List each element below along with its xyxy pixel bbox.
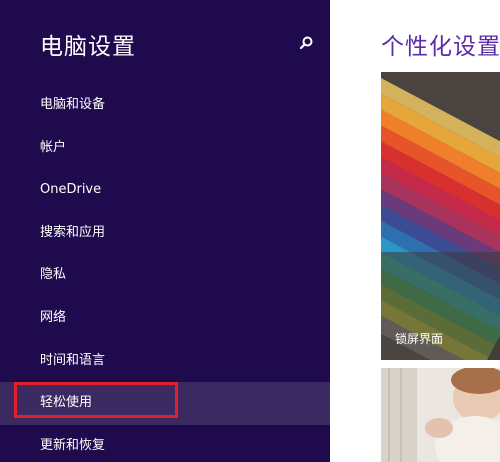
main-content: 个性化设置 锁屏界面 xyxy=(330,0,500,462)
lock-screen-label: 锁屏界面 xyxy=(395,332,444,346)
nav-item-network[interactable]: 网络 xyxy=(0,297,330,340)
nav-item-time-and-language[interactable]: 时间和语言 xyxy=(0,340,330,383)
account-photo-preview-image xyxy=(381,368,500,462)
nav-item-search-and-apps[interactable]: 搜索和应用 xyxy=(0,212,330,255)
lock-screen-tile[interactable]: 锁屏界面 xyxy=(381,72,500,360)
search-icon[interactable] xyxy=(296,34,316,54)
sidebar: 电脑设置 电脑和设备 帐户 OneDrive 搜索和应用 隐私 网络 时间和语言… xyxy=(0,0,330,462)
nav-item-pc-and-devices[interactable]: 电脑和设备 xyxy=(0,84,330,127)
account-picture-tile[interactable] xyxy=(381,368,500,462)
lock-screen-preview-image xyxy=(381,72,500,360)
settings-nav: 电脑和设备 帐户 OneDrive 搜索和应用 隐私 网络 时间和语言 轻松使用… xyxy=(0,84,330,462)
pc-settings-window: 电脑设置 电脑和设备 帐户 OneDrive 搜索和应用 隐私 网络 时间和语言… xyxy=(0,0,500,462)
nav-item-onedrive[interactable]: OneDrive xyxy=(0,169,330,212)
nav-item-privacy[interactable]: 隐私 xyxy=(0,254,330,297)
nav-item-update-and-recovery[interactable]: 更新和恢复 xyxy=(0,425,330,462)
nav-item-accounts[interactable]: 帐户 xyxy=(0,127,330,170)
nav-item-ease-of-access[interactable]: 轻松使用 xyxy=(0,382,330,425)
sidebar-title: 电脑设置 xyxy=(40,34,136,60)
page-title: 个性化设置 xyxy=(381,34,500,60)
